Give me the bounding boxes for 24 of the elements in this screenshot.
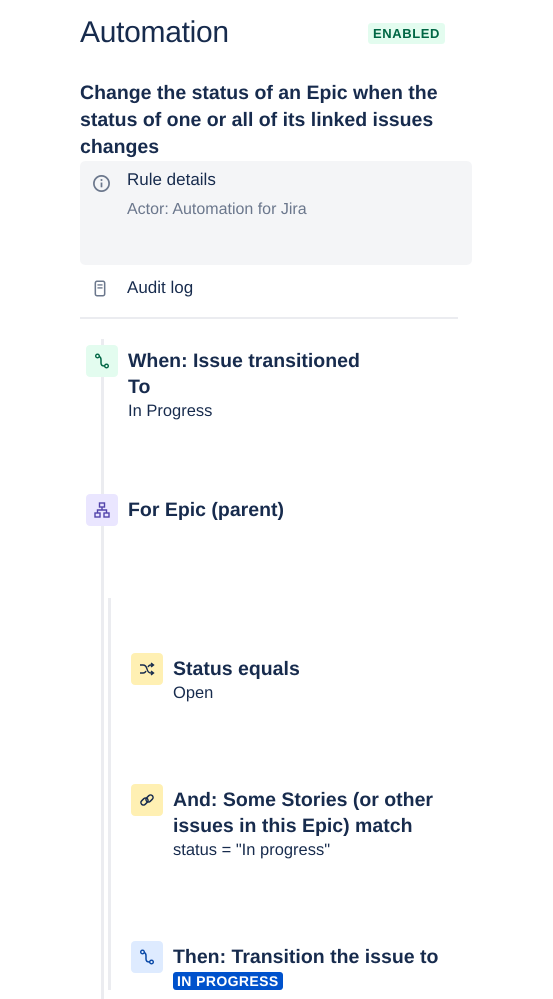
link-icon xyxy=(131,784,163,816)
component-subtitle: To xyxy=(128,375,150,400)
component-title[interactable]: When: Issue transitioned xyxy=(128,348,360,374)
page-title: Automation xyxy=(80,16,229,50)
hierarchy-icon xyxy=(86,494,118,526)
component-detail: Open xyxy=(173,683,214,704)
route-icon xyxy=(131,941,163,973)
rule-details-title: Rule details xyxy=(127,169,217,191)
status-lozenge: IN PROGRESS xyxy=(173,972,283,990)
document-icon xyxy=(94,280,106,296)
info-icon xyxy=(92,174,111,193)
actor-text: Actor: Automation for Jira xyxy=(127,201,307,219)
rule-name: Change the status of an Epic when the status of one or all of its linked issues changes xyxy=(80,81,439,160)
shuffle-icon xyxy=(131,653,163,685)
component-title[interactable]: Status equals xyxy=(173,656,300,682)
component-title[interactable]: Then: Transition the issue to xyxy=(173,944,438,970)
route-icon xyxy=(86,345,118,377)
audit-log-link[interactable]: Audit log xyxy=(80,265,472,298)
component-title[interactable]: For Epic (parent) xyxy=(128,497,284,523)
component-detail: status = "In progress" xyxy=(173,840,330,861)
status-lozenge: ENABLED xyxy=(368,22,445,44)
rule-details-panel[interactable]: Rule details Actor: Automation for Jira xyxy=(80,161,472,265)
component-detail: In Progress xyxy=(128,401,212,422)
component-title[interactable]: And: Some Stories (or other issues in this Epic) match xyxy=(173,787,463,839)
